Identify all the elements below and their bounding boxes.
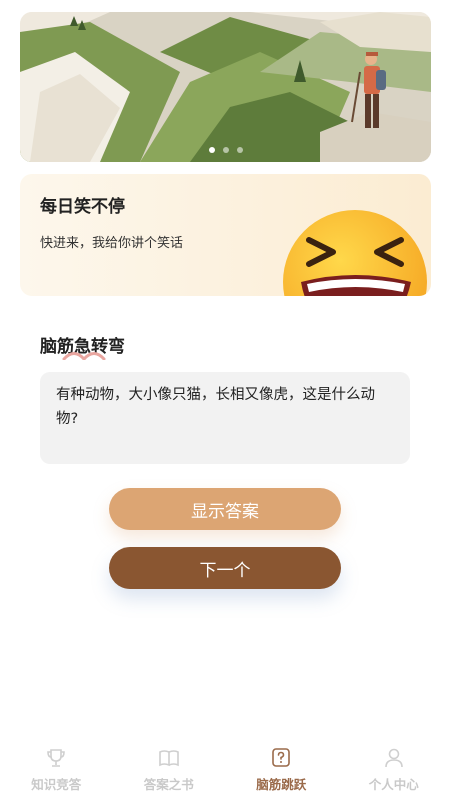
tab-brain-teaser[interactable]: 脑筋跳跃 xyxy=(225,742,338,800)
question-box-icon xyxy=(272,748,291,767)
laughing-emoji-icon xyxy=(283,210,427,296)
carousel-dot[interactable] xyxy=(222,147,229,153)
tab-profile[interactable]: 个人中心 xyxy=(338,742,450,800)
carousel-dot[interactable] xyxy=(236,147,243,153)
screen: 每日笑不停 快进来，我给你讲个笑话 脑筋急转弯 有种动物，大小像只猫，长相又像虎… xyxy=(0,0,450,800)
show-answer-button[interactable]: 显示答案 xyxy=(109,488,341,530)
book-icon xyxy=(158,750,179,767)
tab-label: 答案之书 xyxy=(143,777,194,792)
riddle-question-box: 有种动物，大小像只猫，长相又像虎，这是什么动物? xyxy=(40,372,410,464)
trophy-icon xyxy=(47,749,66,767)
carousel-dot-active[interactable] xyxy=(208,147,215,153)
tab-knowledge-quiz[interactable]: 知识竞答 xyxy=(0,742,113,800)
carousel-indicator xyxy=(20,147,431,153)
user-icon xyxy=(384,748,403,768)
tab-label: 知识竞答 xyxy=(31,777,82,792)
joke-card[interactable]: 每日笑不停 快进来，我给你讲个笑话 xyxy=(20,174,431,296)
tab-label: 个人中心 xyxy=(368,777,419,792)
banner-carousel[interactable] xyxy=(20,12,431,162)
title-decoration xyxy=(62,352,106,360)
bottom-tab-bar: 知识竞答 答案之书 脑筋跳跃 个人中心 xyxy=(0,742,450,800)
tab-answer-book[interactable]: 答案之书 xyxy=(113,742,226,800)
next-riddle-button[interactable]: 下一个 xyxy=(109,547,341,589)
joke-card-title: 每日笑不停 xyxy=(40,197,125,217)
joke-card-subtitle: 快进来，我给你讲个笑话 xyxy=(40,236,184,251)
tab-label: 脑筋跳跃 xyxy=(256,777,307,792)
riddle-question-text: 有种动物，大小像只猫，长相又像虎，这是什么动物? xyxy=(56,387,375,427)
banner-illustration xyxy=(20,12,431,162)
